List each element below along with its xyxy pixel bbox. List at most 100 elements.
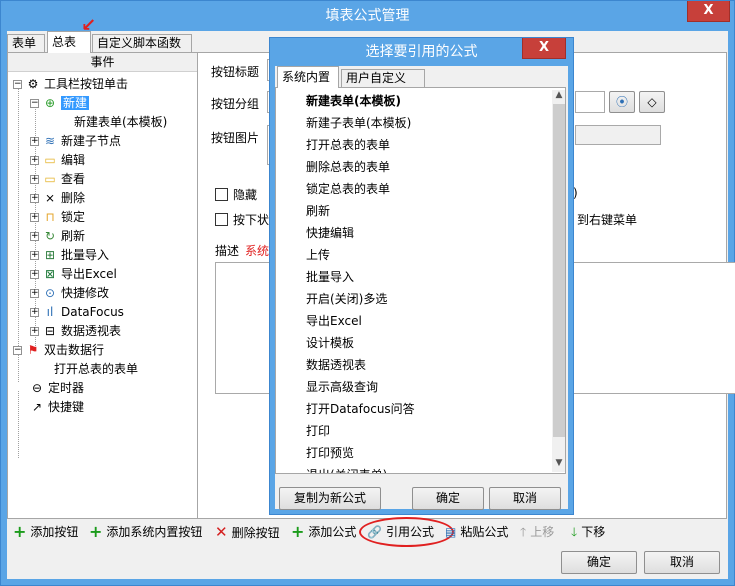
bottom-toolbar: + 添加按钮 + 添加系统内置按钮 ✕ 删除按钮 + 添加公式 🔗 引用公式 ▤ 粘贴公式 … — [7, 517, 728, 547]
main-ok-button[interactable]: 确定 — [561, 551, 637, 574]
add-formula-button[interactable]: + 添加公式 — [291, 521, 356, 543]
tree-node-batch-import[interactable]: + ⊞ 批量导入 — [30, 246, 109, 265]
formula-list-item[interactable]: 开启(关闭)多选 — [306, 288, 387, 310]
tree-node-double-click[interactable]: − ⚑ 双击数据行 — [13, 341, 104, 360]
copy-as-new-button[interactable]: 复制为新公式 — [279, 487, 381, 510]
formula-list-item[interactable]: 快捷编辑 — [306, 222, 354, 244]
quick-edit-icon: ⊙ — [44, 286, 56, 300]
plus-icon: + — [89, 522, 103, 541]
dialog-cancel-button[interactable]: 取消 — [489, 487, 561, 510]
button-group-label: 按钮分组 — [211, 97, 260, 111]
event-tree: 事件 − ⚙ 工具栏按钮单击 − ⊕ 新建 新建表单(本模板) + ≋ 新建子节点 + ▭ 编辑 — [8, 53, 198, 518]
hidden-label: 隐藏 — [233, 188, 258, 202]
button-title-label: 按钮标题 — [211, 65, 260, 79]
tab-summary[interactable]: 总表 — [47, 31, 91, 53]
tree-node-pivot[interactable]: + ⊟ 数据透视表 — [30, 322, 121, 341]
folder-icon: ▭ — [44, 153, 56, 167]
formula-list: 新建表单(本模板) 新建子表单(本模板) 打开总表的表单 删除总表的表单 锁定总表的表单… — [275, 87, 566, 474]
formula-list-item[interactable]: 新建表单(本模板) — [306, 90, 401, 112]
formula-list-item[interactable]: 批量导入 — [306, 266, 354, 288]
location-button[interactable]: ⦿ — [609, 91, 635, 113]
add-system-button[interactable]: + 添加系统内置按钮 — [89, 521, 202, 543]
import-icon: ⊞ — [44, 248, 56, 262]
lock-icon: ⊓ — [45, 210, 55, 224]
eraser-icon: ◇ — [647, 95, 657, 109]
button-group-field-tail[interactable] — [575, 91, 605, 113]
dialog-tab-user[interactable]: 用户自定义 — [341, 69, 425, 88]
tree-node-edit[interactable]: + ▭ 编辑 — [30, 151, 85, 170]
paste-formula-button[interactable]: ▤ 粘贴公式 — [445, 521, 508, 543]
scroll-up-icon[interactable]: ▲ — [552, 90, 565, 100]
formula-list-item[interactable]: 打开总表的表单 — [306, 134, 390, 156]
close-button[interactable]: X — [687, 1, 730, 22]
plus-icon: + — [13, 522, 27, 541]
arrow-down-icon: 🡓 — [571, 525, 578, 539]
plus-icon: + — [291, 522, 305, 541]
formula-list-item[interactable]: 导出Excel — [306, 310, 362, 332]
tree-node-shortcut[interactable]: ↗ 快捷键 — [30, 398, 84, 417]
select-formula-dialog: 选择要引用的公式 X 系统内置 用户自定义 新建表单(本模板) 新建子表单(本模板… — [269, 37, 574, 515]
eraser-button[interactable]: ◇ — [639, 91, 665, 113]
add-button[interactable]: + 添加按钮 — [13, 521, 78, 543]
formula-list-item[interactable]: 数据透视表 — [306, 354, 366, 376]
formula-list-item[interactable]: 设计模板 — [306, 332, 354, 354]
formula-list-item[interactable]: 打印预览 — [306, 442, 354, 464]
table-icon: ⊟ — [44, 324, 56, 338]
tree-header: 事件 — [8, 53, 197, 72]
formula-list-item[interactable]: 显示高级查询 — [306, 376, 378, 398]
tree-node-lock[interactable]: + ⊓ 锁定 — [30, 208, 85, 227]
excel-icon: ⊠ — [44, 267, 56, 281]
tree-node-timer[interactable]: ⊖ 定时器 — [30, 379, 84, 398]
tree-node-view[interactable]: + ▭ 查看 — [30, 170, 85, 189]
scroll-down-icon[interactable]: ▼ — [552, 458, 565, 468]
tree-node-new-child[interactable]: + ≋ 新建子节点 — [30, 132, 121, 151]
tree-node-new[interactable]: − ⊕ 新建 — [30, 94, 90, 113]
press-state-checkbox[interactable] — [215, 213, 228, 226]
formula-list-item[interactable]: 打印 — [306, 420, 330, 442]
dialog-tab-system[interactable]: 系统内置 — [277, 66, 339, 88]
formula-list-item[interactable]: 新建子表单(本模板) — [306, 112, 411, 134]
hidden-checkbox[interactable] — [215, 188, 228, 201]
flag-icon: ⚑ — [27, 343, 39, 357]
button-image-path — [575, 125, 661, 145]
move-up-button[interactable]: 🡑 上移 — [520, 521, 554, 543]
list-scrollbar[interactable]: ▲ ▼ — [552, 90, 565, 472]
annotation-ellipse — [359, 517, 454, 547]
arrow-up-icon: 🡑 — [520, 525, 527, 539]
dialog-client: 系统内置 用户自定义 新建表单(本模板) 新建子表单(本模板) 打开总表的表单 删除总… — [275, 66, 568, 510]
scroll-thumb[interactable] — [553, 104, 565, 437]
gear-icon: ⚙ — [27, 77, 39, 91]
tree-node-export-excel[interactable]: + ⊠ 导出Excel — [30, 265, 117, 284]
delete-button[interactable]: ✕ 删除按钮 — [215, 521, 280, 543]
formula-list-item[interactable]: 打开Datafocus问答 — [306, 398, 415, 420]
tree-node-toolbar-click[interactable]: − ⚙ 工具栏按钮单击 — [13, 75, 128, 94]
window-title: 填表公式管理 — [1, 1, 734, 31]
dialog-ok-button[interactable]: 确定 — [412, 487, 484, 510]
move-down-button[interactable]: 🡓 下移 — [571, 521, 605, 543]
desc-label: 描述 — [215, 244, 240, 258]
button-image-label: 按钮图片 — [211, 131, 260, 145]
tree-node-quick-edit[interactable]: + ⊙ 快捷修改 — [30, 284, 109, 303]
dialog-close-button[interactable]: X — [522, 38, 566, 59]
tree-node-delete[interactable]: + ⨯ 删除 — [30, 189, 85, 208]
tree-leaf-open-form[interactable]: 打开总表的表单 — [54, 360, 138, 379]
tab-form[interactable]: 表单 — [7, 34, 45, 53]
shortcut-icon: ↗ — [31, 400, 43, 414]
cross-icon: ⨯ — [44, 191, 56, 205]
paste-icon: ▤ — [445, 525, 457, 539]
main-window: 填表公式管理 X 表单 总表 自定义脚本函数 ↙ 事件 − ⚙ 工具栏按钮单击 − ⊕… — [0, 0, 735, 586]
tree-leaf-new-form[interactable]: 新建表单(本模板) — [74, 113, 167, 132]
delete-icon: ✕ — [215, 523, 228, 541]
formula-list-item[interactable]: 刷新 — [306, 200, 330, 222]
formula-list-item[interactable]: 删除总表的表单 — [306, 156, 390, 178]
formula-list-item[interactable]: 上传 — [306, 244, 330, 266]
tree-node-refresh[interactable]: + ↻ 刷新 — [30, 227, 85, 246]
layers-icon: ≋ — [44, 134, 56, 148]
bar-chart-icon: ıl — [46, 305, 54, 319]
tree-node-datafocus[interactable]: + ıl DataFocus — [30, 303, 124, 322]
main-cancel-button[interactable]: 取消 — [644, 551, 720, 574]
location-icon: ⦿ — [615, 95, 628, 109]
formula-list-item[interactable]: 锁定总表的表单 — [306, 178, 390, 200]
tab-custom-script[interactable]: 自定义脚本函数 — [92, 34, 192, 53]
formula-list-item[interactable]: 退出(关闭表单) — [306, 464, 387, 473]
